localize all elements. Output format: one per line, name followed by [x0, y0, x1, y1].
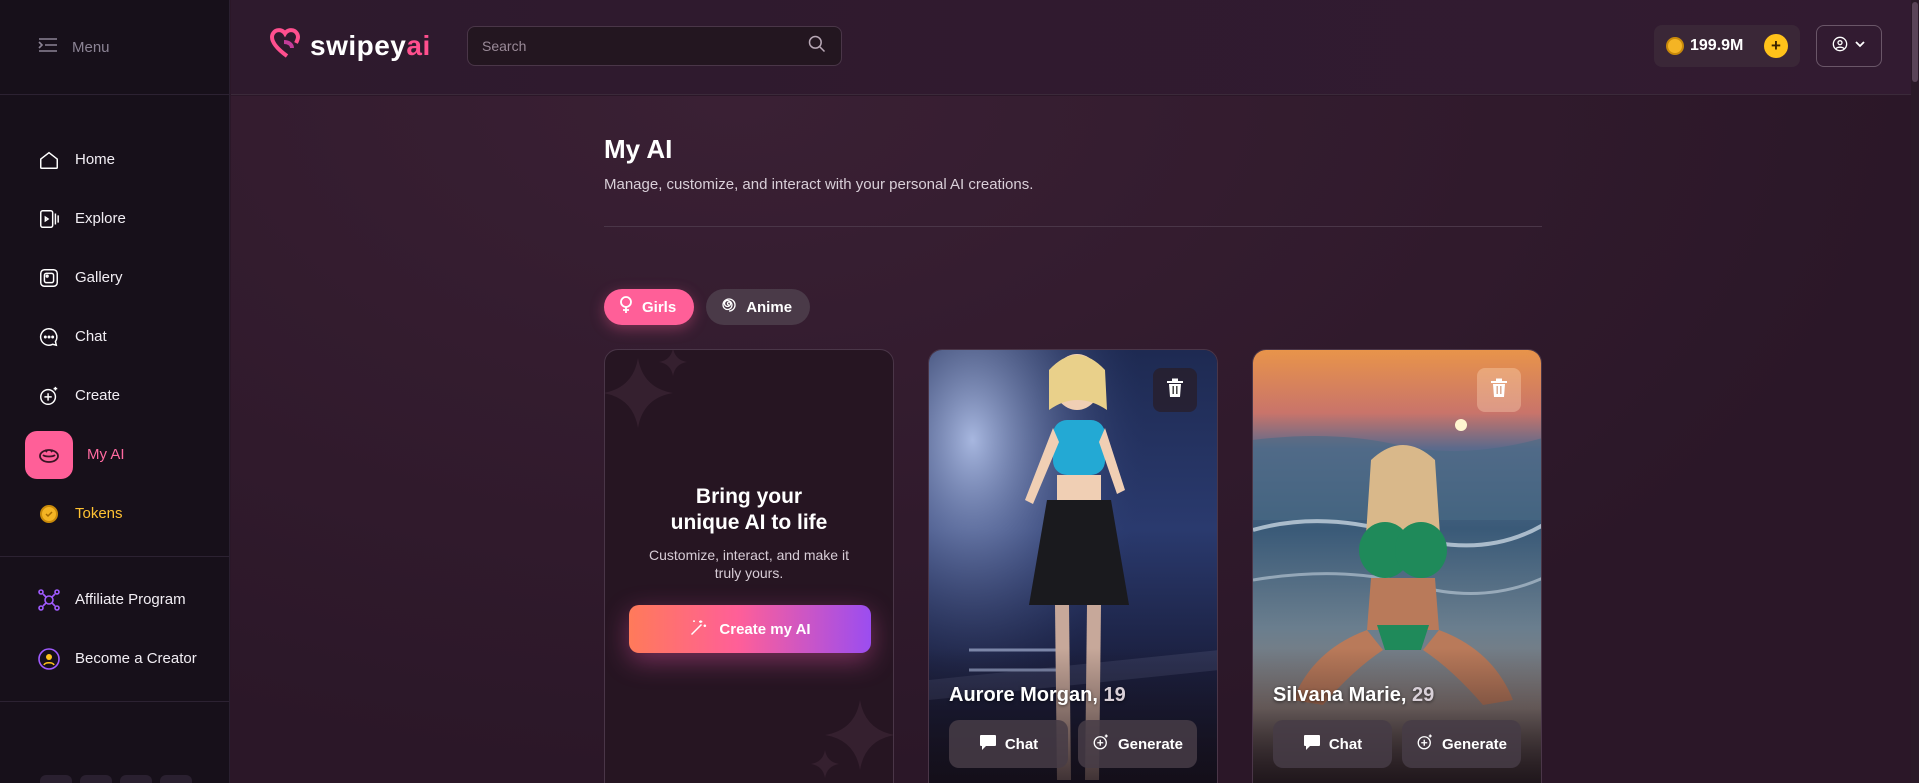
character-age: 19 — [1103, 684, 1126, 706]
chat-button[interactable]: Chat — [1273, 720, 1392, 768]
sidebar-item-home[interactable]: Home — [0, 130, 229, 189]
footer-link[interactable] — [160, 775, 192, 783]
sidebar-item-affiliate[interactable]: Affiliate Program — [0, 570, 229, 629]
sidebar-item-label: Tokens — [75, 505, 123, 522]
chat-icon — [37, 325, 61, 349]
main-nav: Home Explore Gallery Chat Create My AI T… — [0, 95, 229, 543]
character-age: 29 — [1411, 684, 1435, 706]
search-input[interactable] — [482, 38, 807, 54]
generate-icon — [1092, 733, 1110, 755]
chat-bubble-icon — [979, 733, 997, 755]
page-title: My AI — [604, 134, 673, 164]
main-content: My AI Manage, customize, and interact wi… — [231, 96, 1919, 783]
card-actions: Chat Generate — [1273, 720, 1521, 768]
create-ai-card: Bring your unique AI to life Customize, … — [604, 349, 894, 783]
sidebar-item-create[interactable]: Create — [0, 366, 229, 425]
search-box — [467, 26, 842, 66]
menu-toggle[interactable]: Menu — [0, 0, 229, 95]
button-label: Generate — [1441, 735, 1508, 753]
search-icon[interactable] — [807, 34, 827, 59]
character-card[interactable]: Silvana Marie, 29 Chat Generate — [1252, 349, 1542, 783]
logo[interactable]: swipeyai — [269, 28, 431, 63]
sidebar-item-label: Affiliate Program — [75, 591, 186, 608]
sidebar-item-explore[interactable]: Explore — [0, 189, 229, 248]
menu-icon — [38, 36, 58, 58]
chat-button[interactable]: Chat — [949, 720, 1068, 768]
chat-bubble-icon — [1303, 733, 1321, 755]
add-tokens-button[interactable]: + — [1764, 34, 1788, 58]
card-actions: Chat Generate — [949, 720, 1197, 768]
logo-heart-icon — [269, 28, 304, 63]
sidebar-divider — [0, 556, 229, 557]
sidebar-item-label: Explore — [75, 210, 126, 227]
token-balance[interactable]: 199.9M + — [1654, 25, 1800, 67]
category-tabs: Girls Anime — [604, 289, 811, 325]
sparkle-decoration — [811, 700, 893, 778]
sidebar-item-become-creator[interactable]: Become a Creator — [0, 629, 229, 688]
menu-label: Menu — [72, 38, 110, 56]
button-label: Generate — [1117, 735, 1184, 753]
token-icon — [37, 502, 61, 526]
sidebar-bottom-divider — [0, 701, 229, 702]
trash-icon — [1490, 378, 1508, 403]
sidebar-item-label: My AI — [87, 446, 125, 463]
top-header: swipeyai 199.9M + — [231, 0, 1919, 95]
delete-character-button[interactable] — [1153, 368, 1197, 412]
sidebar-item-gallery[interactable]: Gallery — [0, 248, 229, 307]
affiliate-icon — [37, 588, 61, 612]
explore-icon — [37, 207, 61, 231]
sidebar-item-chat[interactable]: Chat — [0, 307, 229, 366]
sidebar-item-my-ai[interactable]: My AI — [0, 425, 229, 484]
sidebar-item-label: Chat — [75, 328, 107, 345]
gallery-icon — [37, 266, 61, 290]
home-icon — [37, 148, 61, 172]
chevron-down-icon — [1854, 37, 1866, 55]
button-label: Create my AI — [719, 620, 811, 638]
page-scrollbar[interactable] — [1911, 0, 1919, 783]
button-label: Chat — [1328, 735, 1363, 753]
account-menu-button[interactable] — [1816, 25, 1882, 67]
footer-link[interactable] — [120, 775, 152, 783]
secondary-nav: Affiliate Program Become a Creator — [0, 570, 229, 688]
character-name: Silvana Marie, 29 — [1273, 684, 1435, 706]
tab-anime[interactable]: Anime — [706, 289, 811, 325]
create-my-ai-button[interactable]: Create my AI — [629, 605, 871, 653]
sidebar-item-label: Home — [75, 151, 116, 168]
logo-text: swipeyai — [310, 29, 431, 61]
my-ai-icon — [25, 430, 73, 479]
sidebar-item-tokens[interactable]: Tokens — [0, 484, 229, 543]
delete-character-button[interactable] — [1477, 368, 1521, 412]
page-subtitle: Manage, customize, and interact with you… — [604, 176, 1034, 193]
spiral-icon — [720, 296, 738, 318]
scrollbar-thumb[interactable] — [1912, 2, 1918, 82]
trash-icon — [1166, 378, 1184, 403]
magic-wand-icon — [689, 617, 709, 641]
section-divider — [604, 226, 1542, 227]
tab-girls[interactable]: Girls — [604, 289, 695, 325]
create-icon — [37, 384, 61, 408]
generate-icon — [1416, 733, 1434, 755]
sparkle-decoration — [605, 350, 687, 428]
tab-label: Anime — [746, 298, 793, 316]
character-card[interactable]: Aurore Morgan, 19 Chat Generate — [928, 349, 1218, 783]
create-card-subtitle: Customize, interact, and make it truly y… — [649, 547, 849, 581]
female-icon — [618, 296, 634, 318]
sidebar: Menu Home Explore Gallery Chat Create My… — [0, 0, 230, 783]
balance-amount: 199.9M — [1690, 37, 1744, 54]
sidebar-item-label: Create — [75, 387, 121, 404]
character-name: Aurore Morgan, 19 — [949, 684, 1126, 706]
sidebar-item-label: Gallery — [75, 269, 123, 286]
create-card-title: Bring your unique AI to life — [670, 485, 828, 534]
creator-icon — [37, 647, 61, 671]
token-coin-icon — [1666, 37, 1684, 55]
generate-button[interactable]: Generate — [1402, 720, 1521, 768]
user-icon — [1832, 36, 1848, 57]
tab-label: Girls — [642, 298, 677, 316]
footer-link[interactable] — [80, 775, 112, 783]
footer-link[interactable] — [40, 775, 72, 783]
generate-button[interactable]: Generate — [1078, 720, 1197, 768]
sidebar-footer-links — [40, 775, 192, 783]
sidebar-item-label: Become a Creator — [75, 650, 197, 667]
button-label: Chat — [1004, 735, 1039, 753]
